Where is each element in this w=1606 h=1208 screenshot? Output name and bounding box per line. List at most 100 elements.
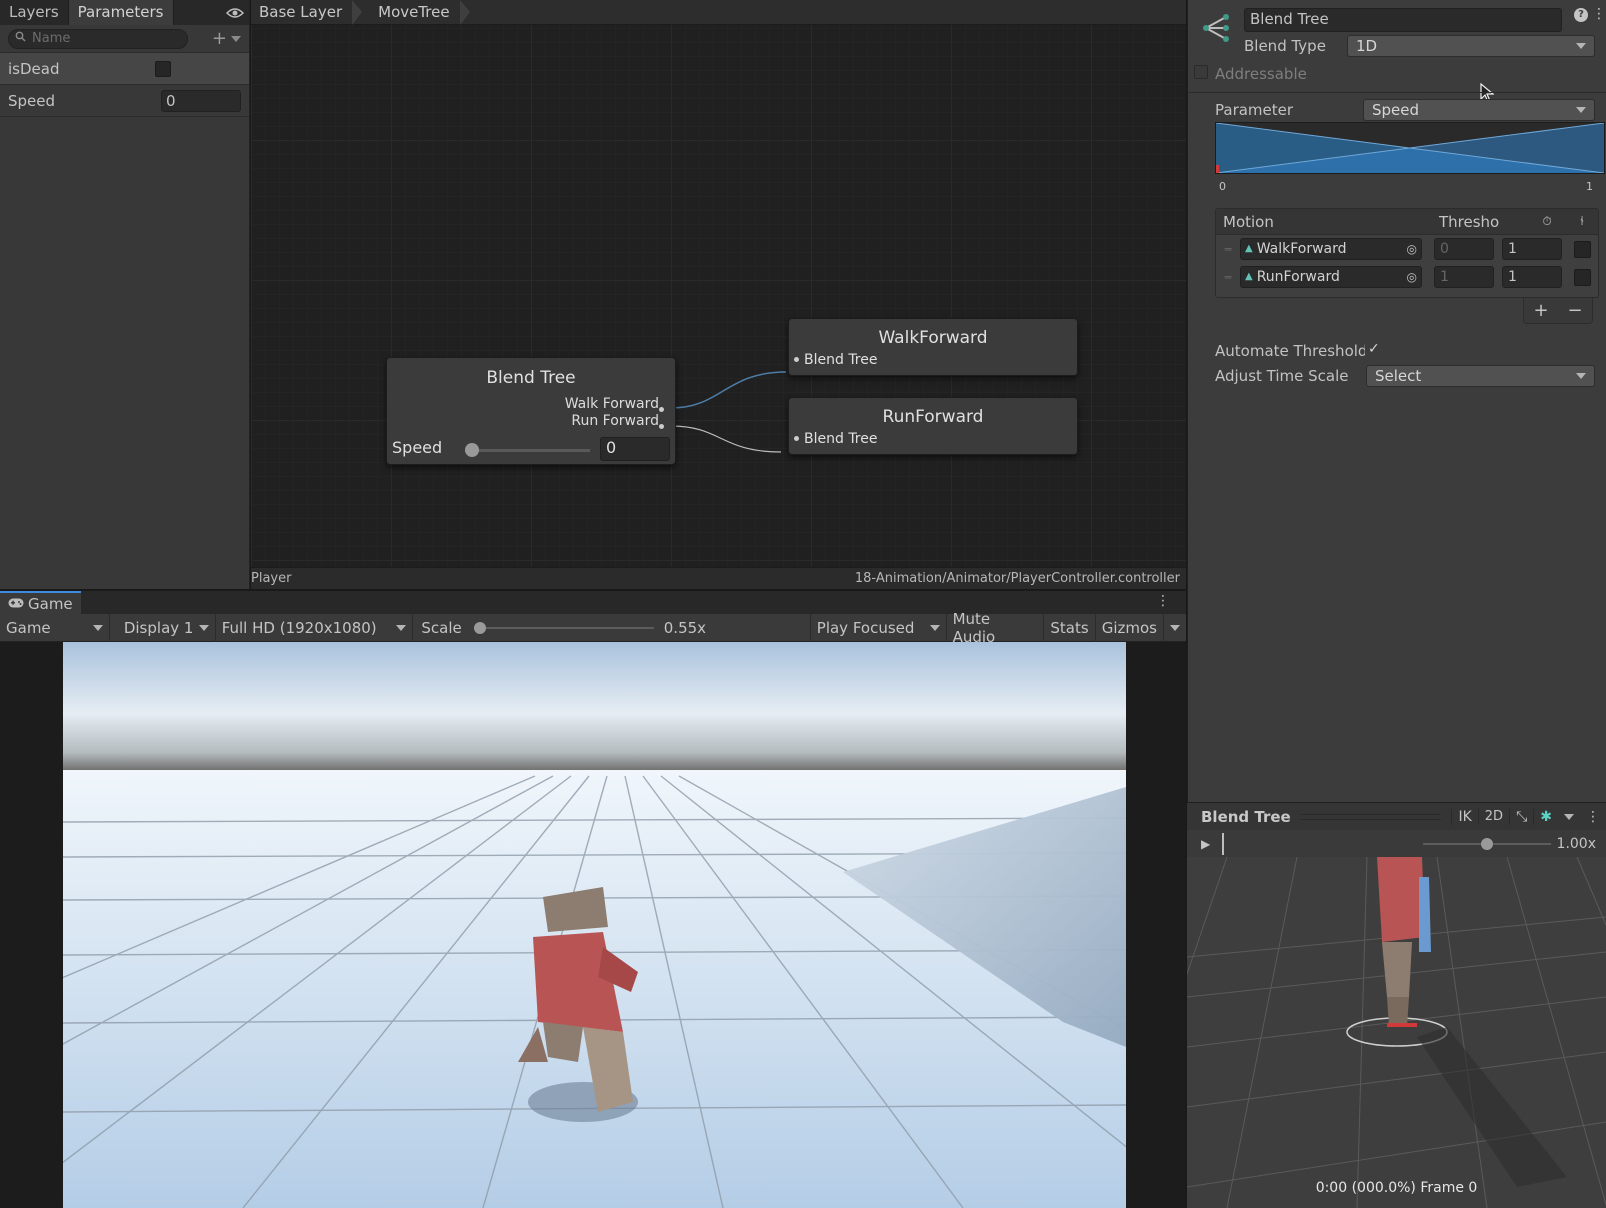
speed-slider-thumb[interactable] (465, 443, 479, 457)
param-isdead-checkbox[interactable] (155, 60, 171, 77)
more-options-icon[interactable]: ⋮ (1592, 6, 1606, 22)
game-viewport[interactable] (0, 642, 1186, 1208)
automate-thresholds-checkbox[interactable]: ✓ (1368, 341, 1380, 357)
blend-tree-name-field[interactable]: Blend Tree (1244, 8, 1562, 32)
object-picker-icon[interactable]: ◎ (1407, 239, 1417, 259)
preview-drag-bar[interactable] (1300, 813, 1442, 820)
chevron-down-icon (1576, 107, 1586, 113)
time-scale-field[interactable]: 1 (1502, 266, 1562, 288)
eye-icon[interactable] (221, 0, 249, 25)
node-input-label: Blend Tree (804, 431, 878, 447)
blend-type-dropdown[interactable]: 1D (1347, 35, 1595, 57)
display-dropdown[interactable]: Display 1 (110, 613, 216, 642)
param-speed-field[interactable]: 0 (161, 89, 241, 112)
motion-node-walkforward[interactable]: WalkForward Blend Tree (788, 318, 1078, 376)
motion-row[interactable]: ═ ▲ WalkForward ◎ 0 1 (1216, 235, 1598, 263)
threshold-field[interactable]: 1 (1434, 266, 1494, 288)
scale-value: 0.55x (663, 618, 707, 637)
drag-handle-icon[interactable]: ═ (1216, 271, 1240, 284)
help-icon[interactable]: ? (1574, 8, 1588, 22)
speed-slider-track[interactable] (472, 449, 590, 452)
preview-scene-image (1187, 857, 1606, 1208)
scale-slider[interactable] (473, 621, 654, 635)
output-port[interactable] (659, 424, 664, 429)
node-speed-field[interactable]: 0 (600, 437, 670, 461)
remove-motion-button[interactable]: − (1567, 300, 1582, 321)
more-options-icon[interactable]: ⋮ (1156, 593, 1170, 609)
parameter-label: Parameter (1215, 101, 1294, 119)
chevron-down-icon (396, 624, 407, 631)
addressable-checkbox[interactable] (1194, 65, 1208, 79)
motion-field[interactable]: ▲ RunForward ◎ (1240, 266, 1422, 288)
breadcrumb-movetree[interactable]: MoveTree (370, 0, 477, 25)
animator-graph[interactable]: Blend Tree Walk Forward Run Forward Spee… (251, 0, 1186, 589)
adjust-time-scale-dropdown[interactable]: Select (1366, 365, 1595, 387)
param-row-speed[interactable]: Speed 0 (0, 85, 249, 117)
node-output-walk[interactable]: Walk Forward (387, 396, 659, 413)
game-scene-image (63, 642, 1126, 1208)
output-port[interactable] (659, 407, 664, 412)
play-icon[interactable]: ▶ (1201, 837, 1210, 851)
param-search-input[interactable]: Name (8, 28, 188, 49)
param-name: isDead (8, 59, 60, 78)
chevron-down-icon[interactable] (1564, 813, 1574, 820)
param-row-isdead[interactable]: isDead (0, 53, 249, 85)
blend-graph[interactable] (1215, 122, 1605, 174)
preview-controls: ▶ 1.00x (1187, 830, 1606, 857)
graph-min-label: 0 (1219, 180, 1226, 193)
preview-speed-thumb[interactable] (1480, 837, 1493, 850)
play-mode-label: Play Focused (816, 618, 915, 637)
2d-toggle[interactable]: 2D (1477, 809, 1509, 824)
blend-tree-node[interactable]: Blend Tree Walk Forward Run Forward Spee… (386, 357, 676, 465)
tab-parameters[interactable]: Parameters (68, 0, 174, 25)
chevron-down-icon (92, 624, 103, 631)
graph-max-label: 1 (1586, 180, 1593, 193)
object-picker-icon[interactable]: ◎ (1407, 267, 1417, 287)
parameter-value: Speed (1372, 101, 1420, 119)
motion-node-runforward[interactable]: RunForward Blend Tree (788, 397, 1078, 455)
time-scale-field[interactable]: 1 (1502, 238, 1562, 260)
motion-name: RunForward (1256, 269, 1340, 285)
animator-params-panel: Layers Parameters Name + isDead Speed 0 (0, 0, 250, 589)
node-output-run[interactable]: Run Forward (387, 413, 659, 430)
more-options-icon[interactable]: ⋮ (1580, 809, 1606, 825)
motion-header: Motion (1223, 212, 1274, 231)
resolution-dropdown[interactable]: Full HD (1920x1080) (216, 613, 414, 642)
gizmos-button[interactable]: Gizmos (1096, 613, 1164, 642)
game-toolbar: Game Display 1 Full HD (1920x1080) Scale… (0, 610, 1186, 646)
scale-slider-thumb[interactable] (473, 621, 486, 634)
parameter-dropdown[interactable]: Speed (1363, 99, 1595, 121)
pivot-icon[interactable]: ⤡ (1509, 808, 1533, 825)
addressable-label: Addressable (1215, 65, 1307, 83)
mirror-checkbox[interactable] (1574, 268, 1591, 286)
chevron-down-icon (1576, 373, 1586, 379)
timeline-cursor[interactable] (1222, 832, 1225, 855)
game-view-dropdown[interactable]: Game (0, 613, 110, 642)
preview-viewport[interactable]: 0:00 (000.0%) Frame 0 (1187, 857, 1606, 1208)
node-title: WalkForward (878, 328, 988, 348)
motion-field[interactable]: ▲ WalkForward ◎ (1240, 238, 1422, 260)
drag-handle-icon[interactable]: ═ (1216, 243, 1240, 256)
threshold-field[interactable]: 0 (1434, 238, 1494, 260)
ik-toggle[interactable]: IK (1451, 808, 1477, 825)
motion-name: WalkForward (1256, 241, 1347, 257)
tab-layers[interactable]: Layers (0, 0, 69, 25)
avatar-icon[interactable]: ✱ (1533, 808, 1558, 825)
animator-left-tabs: Layers Parameters (0, 0, 249, 25)
breadcrumb-base-layer[interactable]: Base Layer (251, 0, 370, 25)
gizmos-dropdown[interactable] (1164, 614, 1186, 642)
play-mode-dropdown[interactable]: Play Focused (809, 613, 947, 642)
input-port[interactable] (794, 357, 799, 362)
add-parameter-button[interactable]: + (212, 28, 241, 49)
tab-game[interactable]: Game (0, 591, 81, 615)
input-port[interactable] (794, 436, 799, 441)
mute-audio-button[interactable]: Mute Audio (947, 610, 1045, 646)
stats-button[interactable]: Stats (1044, 613, 1096, 642)
preview-speed-slider[interactable] (1422, 837, 1551, 851)
add-motion-button[interactable]: + (1533, 300, 1548, 321)
motion-row[interactable]: ═ ▲ RunForward ◎ 1 1 (1216, 263, 1598, 291)
adjust-time-scale-value: Select (1375, 367, 1422, 385)
blend-tree-icon (1200, 12, 1232, 48)
chevron-down-icon (1169, 624, 1180, 631)
mirror-checkbox[interactable] (1574, 240, 1591, 258)
